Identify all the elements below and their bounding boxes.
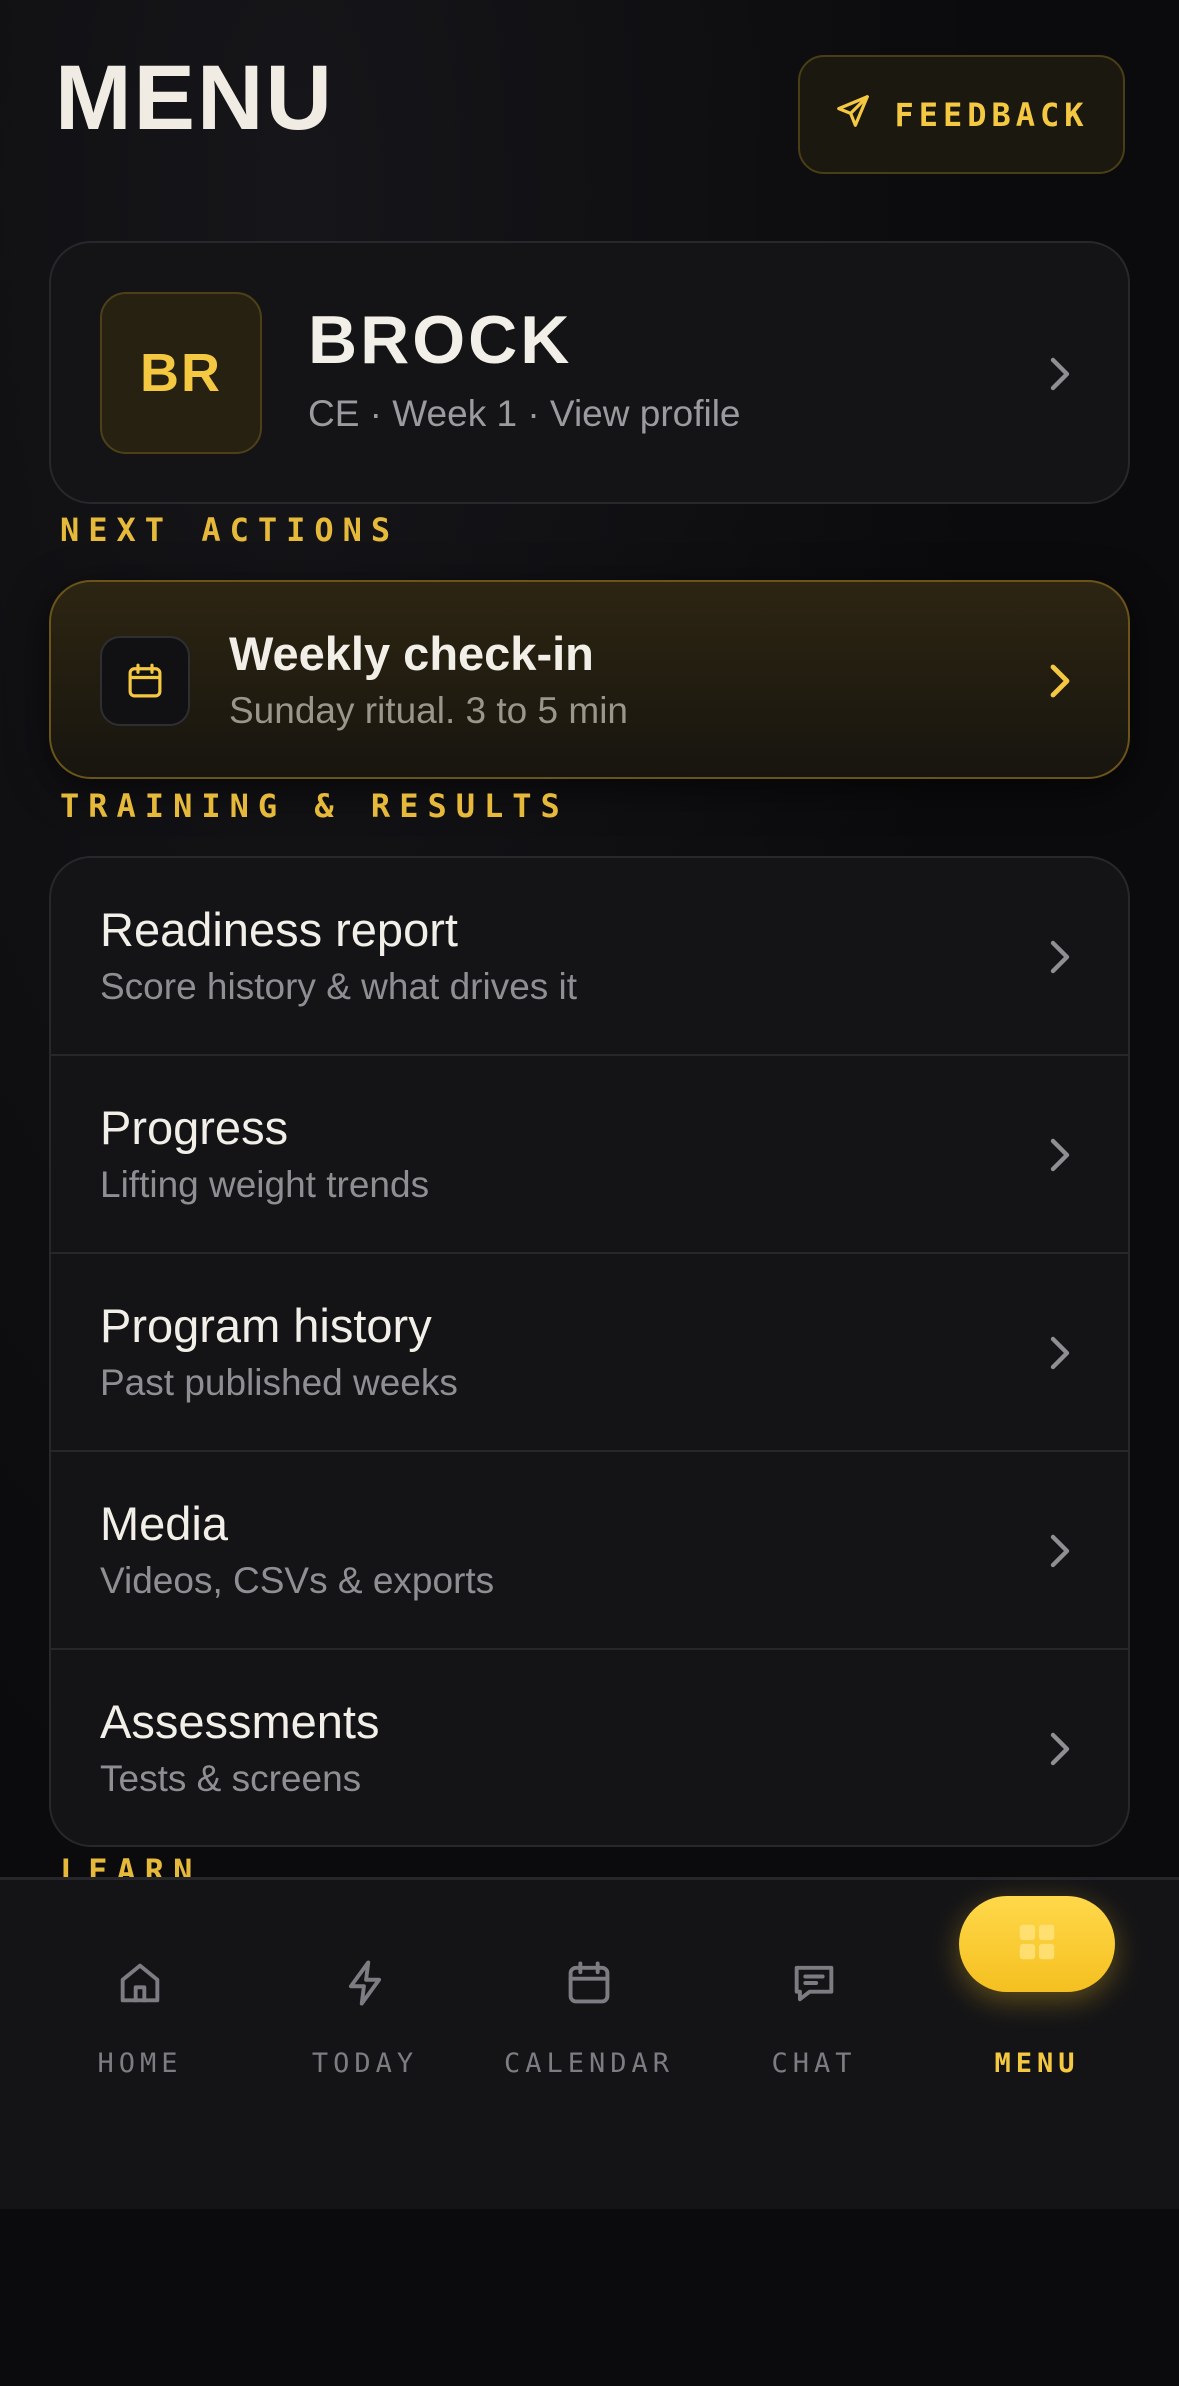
list-item-title: Progress xyxy=(100,1101,289,1154)
nav-label: TODAY xyxy=(311,2048,419,2079)
action-title: Weekly check-in xyxy=(229,627,594,680)
menu-active-pill[interactable] xyxy=(959,1896,1115,1992)
home-icon xyxy=(92,1938,188,2028)
list-item-program-history[interactable]: Program history Past published weeks xyxy=(51,1254,1128,1452)
profile-name: BROCK xyxy=(308,302,573,378)
nav-home[interactable]: HOME xyxy=(22,1880,258,2080)
list-item-subtitle: Score history & what drives it xyxy=(100,966,578,1007)
list-item-assessments[interactable]: Assessments Tests & screens xyxy=(51,1650,1128,1845)
bottom-nav: HOME TODAY CALENDAR CHAT MENU xyxy=(0,1877,1179,2209)
list-item-title: Assessments xyxy=(100,1695,380,1748)
list-item-subtitle: Videos, CSVs & exports xyxy=(100,1560,495,1601)
action-subtitle: Sunday ritual. 3 to 5 min xyxy=(229,690,628,731)
menu-screen: MENU FEEDBACK BR BROCK CE · Week 1 · Vie… xyxy=(0,0,1179,2386)
chevron-right-icon xyxy=(1043,661,1077,701)
chevron-right-icon xyxy=(1043,1333,1077,1373)
chevron-right-icon xyxy=(1043,937,1077,977)
list-item-title: Media xyxy=(100,1497,229,1550)
section-label-next-actions: NEXT ACTIONS xyxy=(60,511,400,549)
list-item-subtitle: Lifting weight trends xyxy=(100,1164,430,1205)
list-item-title: Program history xyxy=(100,1299,432,1352)
chevron-right-icon xyxy=(1043,1729,1077,1769)
chevron-right-icon xyxy=(1043,354,1077,394)
list-item-progress[interactable]: Progress Lifting weight trends xyxy=(51,1056,1128,1254)
list-item-title: Readiness report xyxy=(100,903,458,956)
list-item-subtitle: Tests & screens xyxy=(100,1758,362,1799)
bolt-icon xyxy=(317,1938,413,2028)
weekly-check-in-card[interactable]: Weekly check-in Sunday ritual. 3 to 5 mi… xyxy=(49,580,1130,779)
profile-subtitle: CE · Week 1 · View profile xyxy=(308,393,741,434)
calendar-icon xyxy=(100,636,190,726)
nav-label: CHAT xyxy=(771,2048,857,2079)
nav-label: CALENDAR xyxy=(503,2048,675,2079)
chat-icon xyxy=(766,1938,862,2028)
list-item-readiness-report[interactable]: Readiness report Score history & what dr… xyxy=(51,858,1128,1056)
chevron-right-icon xyxy=(1043,1531,1077,1571)
nav-today[interactable]: TODAY xyxy=(247,1880,483,2080)
nav-chat[interactable]: CHAT xyxy=(696,1880,932,2080)
list-item-media[interactable]: Media Videos, CSVs & exports xyxy=(51,1452,1128,1650)
grid-icon xyxy=(1014,1919,1060,1970)
calendar-icon xyxy=(541,1938,637,2028)
avatar: BR xyxy=(100,292,262,454)
send-icon xyxy=(834,92,872,138)
list-item-subtitle: Past published weeks xyxy=(100,1362,458,1403)
page-title: MENU xyxy=(55,47,334,149)
training-results-list: Readiness report Score history & what dr… xyxy=(49,856,1130,1847)
nav-calendar[interactable]: CALENDAR xyxy=(471,1880,707,2080)
feedback-button[interactable]: FEEDBACK xyxy=(798,55,1125,174)
profile-card[interactable]: BR BROCK CE · Week 1 · View profile xyxy=(49,241,1130,504)
section-label-training-results: TRAINING & RESULTS xyxy=(60,787,569,825)
feedback-label: FEEDBACK xyxy=(894,95,1089,134)
nav-label: HOME xyxy=(97,2048,183,2079)
nav-label: MENU xyxy=(994,2048,1080,2079)
chevron-right-icon xyxy=(1043,1135,1077,1175)
